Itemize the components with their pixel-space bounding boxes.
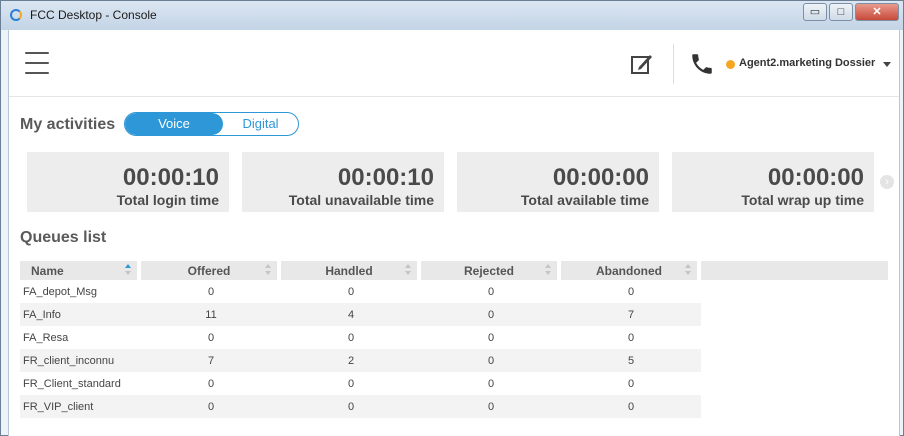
agent-name[interactable]: Agent2.marketing Dossier <box>739 57 875 69</box>
column-label: Rejected <box>463 263 515 278</box>
rejected-count: 0 <box>487 331 495 344</box>
handled-count: 0 <box>281 395 421 418</box>
title-bar[interactable]: FCC Desktop - Console ▭ □ ✕ <box>1 1 903 30</box>
queue-name: FA_Resa <box>23 331 69 344</box>
abandoned-count: 0 <box>627 285 635 298</box>
rejected-count: 0 <box>487 377 495 390</box>
abandoned-count: 7 <box>561 303 701 326</box>
sort-icon[interactable] <box>405 264 411 276</box>
activities-title: My activities <box>20 116 116 133</box>
column-header-handled[interactable]: Handled <box>281 261 421 280</box>
stat-label: Total available time <box>520 192 649 208</box>
rejected-count: 0 <box>421 349 561 372</box>
window-title: FCC Desktop - Console <box>30 8 157 22</box>
stat-value: 00:00:00 <box>552 164 649 191</box>
chevron-right-icon[interactable]: › <box>880 175 894 189</box>
voice-toggle-option[interactable]: Voice <box>125 113 223 135</box>
offered-count: 0 <box>207 285 215 298</box>
column-label: Offered <box>187 263 231 278</box>
offered-count: 7 <box>141 349 281 372</box>
table-row[interactable]: FR_client_inconnu 7 2 0 5 <box>20 349 888 372</box>
column-header-rejected[interactable]: Rejected <box>421 261 561 280</box>
stat-label: Total unavailable time <box>288 192 434 208</box>
console-content: Agent2.marketing Dossier My activities V… <box>8 30 900 436</box>
column-label: Abandoned <box>596 263 662 278</box>
phone-icon[interactable] <box>689 51 715 77</box>
offered-count: 0 <box>207 331 215 344</box>
stat-label: Total login time <box>116 192 219 208</box>
handled-count: 0 <box>347 377 355 390</box>
column-header-offered[interactable]: Offered <box>141 261 281 280</box>
handled-count: 2 <box>281 349 421 372</box>
handled-count: 0 <box>347 331 355 344</box>
agent-status-indicator <box>726 60 735 69</box>
abandoned-count: 5 <box>561 349 701 372</box>
sort-icon[interactable] <box>125 264 131 276</box>
table-row[interactable]: FA_depot_Msg 0 0 0 0 <box>20 280 888 303</box>
maximize-button[interactable]: □ <box>829 3 853 21</box>
app-window: FCC Desktop - Console ▭ □ ✕ Agent2.marke… <box>0 0 904 436</box>
minimize-button[interactable]: ▭ <box>803 3 827 21</box>
column-header-abandoned[interactable]: Abandoned <box>561 261 701 280</box>
offered-count: 0 <box>207 377 215 390</box>
queue-name: FR_VIP_client <box>20 395 141 418</box>
column-header-filler <box>701 261 888 280</box>
abandoned-count: 0 <box>627 377 635 390</box>
table-row[interactable]: FA_Resa 0 0 0 0 <box>20 326 888 349</box>
offered-count: 0 <box>141 395 281 418</box>
column-label: Handled <box>325 263 373 278</box>
close-button[interactable]: ✕ <box>855 3 899 21</box>
stat-card-unavailable: 00:00:10 Total unavailable time <box>242 152 444 212</box>
chevron-down-icon[interactable] <box>883 62 891 67</box>
offered-count: 11 <box>141 303 281 326</box>
stat-value: 00:00:10 <box>122 164 219 191</box>
stat-value: 00:00:00 <box>767 164 864 191</box>
queues-table: Name Offered Handled Rejected Abandoned … <box>20 261 888 418</box>
queue-name: FR_client_inconnu <box>20 349 141 372</box>
stat-value: 00:00:10 <box>337 164 434 191</box>
top-header: Agent2.marketing Dossier <box>9 30 899 97</box>
rejected-count: 0 <box>487 285 495 298</box>
queue-name: FR_Client_standard <box>23 377 121 390</box>
header-divider <box>673 44 674 84</box>
channel-toggle[interactable]: Voice Digital <box>124 112 299 136</box>
stat-card-available: 00:00:00 Total available time <box>457 152 659 212</box>
digital-toggle-option[interactable]: Digital <box>223 113 298 135</box>
rejected-count: 0 <box>421 395 561 418</box>
column-label: Name <box>31 263 64 278</box>
queues-title: Queues list <box>20 229 107 246</box>
menu-icon[interactable] <box>25 52 49 74</box>
column-header-name[interactable]: Name <box>20 261 141 280</box>
stat-label: Total wrap up time <box>741 192 864 208</box>
queue-name: FA_depot_Msg <box>23 285 97 298</box>
sort-icon[interactable] <box>265 264 271 276</box>
table-row[interactable]: FR_VIP_client 0 0 0 0 <box>20 395 888 418</box>
abandoned-count: 0 <box>627 331 635 344</box>
queue-name: FA_Info <box>20 303 141 326</box>
stat-card-login: 00:00:10 Total login time <box>27 152 229 212</box>
abandoned-count: 0 <box>561 395 701 418</box>
sort-icon[interactable] <box>545 264 551 276</box>
app-logo-icon <box>10 9 22 21</box>
stat-card-wrapup: 00:00:00 Total wrap up time <box>672 152 874 212</box>
handled-count: 4 <box>281 303 421 326</box>
handled-count: 0 <box>347 285 355 298</box>
sort-icon[interactable] <box>685 264 691 276</box>
table-row[interactable]: FA_Info 11 4 0 7 <box>20 303 888 326</box>
table-row[interactable]: FR_Client_standard 0 0 0 0 <box>20 372 888 395</box>
edit-icon[interactable] <box>630 52 654 76</box>
rejected-count: 0 <box>421 303 561 326</box>
